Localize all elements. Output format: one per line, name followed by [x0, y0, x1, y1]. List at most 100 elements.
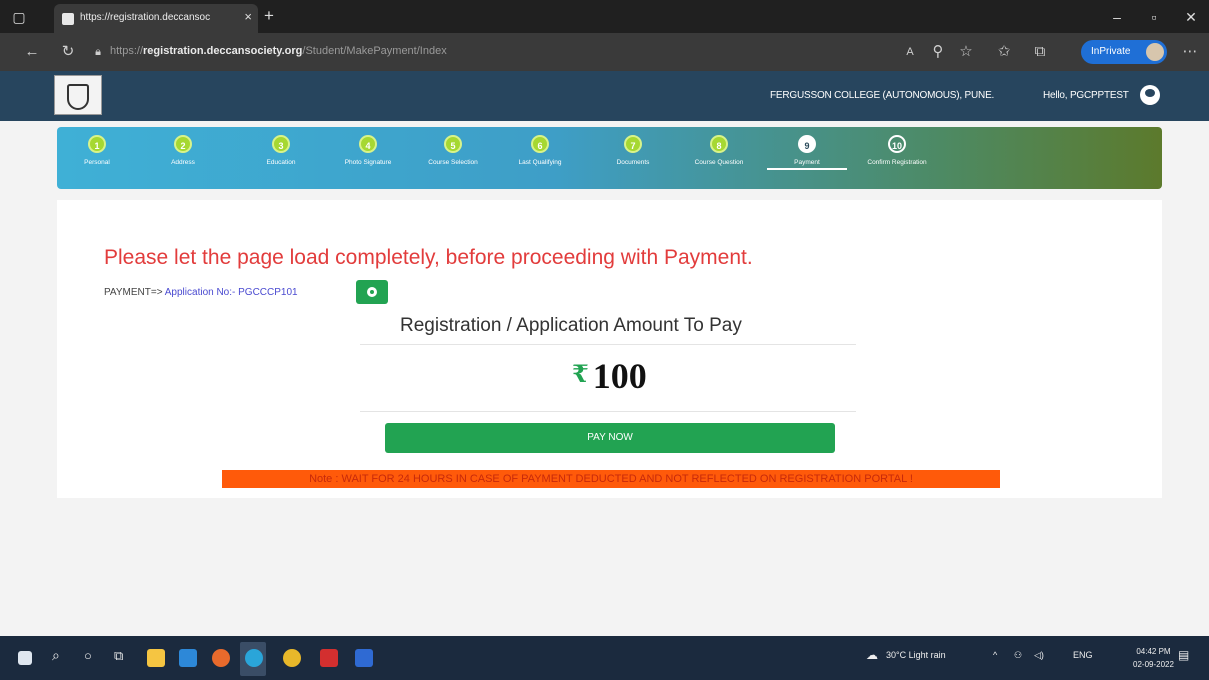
step-number: 4: [359, 135, 377, 153]
clock-date: 02-09-2022: [1133, 660, 1174, 669]
acrobat-icon[interactable]: [320, 649, 338, 667]
new-tab-button[interactable]: +: [264, 6, 274, 26]
divider: [360, 411, 856, 412]
amount-number: 100: [592, 356, 647, 396]
step-label: Address: [171, 159, 195, 166]
step-course-selection[interactable]: 5 Course Selection: [413, 135, 493, 166]
step-number: 10: [888, 135, 906, 153]
payment-note: Note : WAIT FOR 24 HOURS IN CASE OF PAYM…: [222, 470, 1000, 488]
step-label: Education: [266, 159, 296, 166]
registration-steps: 1 Personal 2 Address 3 Education 4 Photo…: [57, 127, 1162, 189]
payment-prefix: PAYMENT=>: [104, 287, 165, 298]
firefox-icon[interactable]: [212, 649, 230, 667]
step-number: 6: [531, 135, 549, 153]
step-address[interactable]: 2 Address: [143, 135, 223, 166]
step-label: Last Qualifying: [518, 159, 562, 166]
amount-value: ₹100: [572, 355, 647, 397]
zoom-icon[interactable]: ⚲: [928, 42, 948, 62]
inprivate-label: InPrivate: [1091, 46, 1131, 57]
word-icon[interactable]: [355, 649, 373, 667]
minimize-icon[interactable]: –: [1106, 6, 1128, 28]
page-load-warning: Please let the page load completely, bef…: [104, 246, 753, 269]
read-aloud-icon[interactable]: A: [900, 42, 920, 62]
college-name[interactable]: FERGUSSON COLLEGE (AUTONOMOUS), PUNE.: [770, 90, 994, 101]
step-number: 1: [88, 135, 106, 153]
step-number: 8: [710, 135, 728, 153]
step-number: 5: [444, 135, 462, 153]
refresh-payment-button[interactable]: [356, 280, 388, 304]
url-path: /Student/MakePayment/Index: [302, 45, 447, 57]
amount-title: Registration / Application Amount To Pay: [400, 315, 742, 336]
step-confirm-registration[interactable]: 10 Confirm Registration: [857, 135, 937, 166]
profile-avatar: [1146, 43, 1164, 61]
step-number: 3: [272, 135, 290, 153]
mail-icon[interactable]: [179, 649, 197, 667]
step-photo-signature[interactable]: 4 Photo Signature: [328, 135, 408, 166]
step-label: Documents: [616, 159, 650, 166]
tab-favicon-icon: [62, 13, 74, 25]
step-last-qualifying[interactable]: 6 Last Qualifying: [500, 135, 580, 166]
language-indicator[interactable]: ENG: [1073, 650, 1093, 660]
user-greeting[interactable]: Hello, PGCPPTEST: [1043, 90, 1129, 101]
step-course-question[interactable]: 8 Course Question: [679, 135, 759, 166]
chevron-up-icon[interactable]: ^: [993, 650, 997, 660]
gear-icon: [367, 287, 377, 297]
step-documents[interactable]: 7 Documents: [593, 135, 673, 166]
step-label: Course Question: [694, 159, 744, 166]
step-education[interactable]: 3 Education: [241, 135, 321, 166]
cortana-icon[interactable]: ○: [84, 648, 92, 663]
url-domain: registration.deccansociety.org: [143, 45, 303, 57]
step-payment[interactable]: 9 Payment: [767, 135, 847, 170]
college-logo[interactable]: [54, 75, 102, 115]
step-number: 9: [798, 135, 816, 153]
close-tab-icon[interactable]: ×: [244, 9, 252, 24]
system-clock[interactable]: 04:42 PM 02-09-2022: [1133, 645, 1174, 671]
pay-now-button[interactable]: PAY NOW: [385, 423, 835, 453]
inprivate-badge[interactable]: InPrivate: [1081, 40, 1167, 64]
network-icon[interactable]: ⚇: [1014, 650, 1022, 661]
weather-text[interactable]: 30°C Light rain: [886, 650, 946, 660]
file-explorer-icon[interactable]: [147, 649, 165, 667]
rupee-icon: ₹: [572, 362, 589, 388]
browser-toolbar: ← ↻ 🔒︎ https://registration.deccansociet…: [0, 33, 1209, 71]
refresh-icon[interactable]: ↻: [58, 42, 78, 62]
shield-icon: [67, 84, 89, 110]
edge-icon: [245, 649, 263, 667]
user-avatar-icon[interactable]: [1140, 85, 1160, 105]
favorite-star-icon[interactable]: ☆: [956, 42, 976, 62]
step-label: Payment: [767, 159, 847, 170]
tab-actions-icon[interactable]: ▢: [8, 6, 30, 28]
browser-tab[interactable]: https://registration.deccansoc ×: [54, 4, 258, 33]
address-bar[interactable]: https://registration.deccansociety.org/S…: [110, 45, 447, 57]
application-number: Application No:- PGCCCP101: [164, 287, 298, 298]
windows-start-icon[interactable]: [18, 651, 32, 665]
favorites-icon[interactable]: ✩: [994, 42, 1014, 62]
task-view-icon[interactable]: ⧉: [114, 648, 123, 664]
windows-taskbar: ⌕ ○ ⧉ ☁ 30°C Light rain ^ ⚇ ◁) ENG 04:42…: [0, 636, 1209, 680]
step-personal[interactable]: 1 Personal: [57, 135, 137, 166]
clock-time: 04:42 PM: [1136, 647, 1171, 656]
payment-info: PAYMENT=> Application No:- PGCCCP101: [104, 287, 298, 298]
lock-icon[interactable]: 🔒︎: [88, 42, 108, 62]
step-number: 7: [624, 135, 642, 153]
close-window-icon[interactable]: ✕: [1180, 6, 1202, 28]
step-label: Course Selection: [428, 159, 478, 166]
divider: [360, 344, 856, 345]
chrome-icon[interactable]: [283, 649, 301, 667]
collections-icon[interactable]: ⧉: [1030, 42, 1050, 62]
notification-icon[interactable]: ▤: [1178, 648, 1189, 662]
weather-icon[interactable]: ☁: [866, 648, 878, 662]
more-icon[interactable]: ⋯: [1180, 42, 1200, 62]
restore-icon[interactable]: ▫: [1143, 6, 1165, 28]
search-icon[interactable]: ⌕: [52, 647, 60, 664]
payment-card: Please let the page load completely, bef…: [57, 200, 1162, 498]
step-label: Personal: [84, 159, 110, 166]
browser-titlebar: ▢ https://registration.deccansoc × + – ▫…: [0, 0, 1209, 33]
back-icon[interactable]: ←: [22, 42, 42, 62]
tab-title: https://registration.deccansoc: [80, 12, 211, 23]
url-prefix: https://: [110, 45, 144, 57]
volume-icon[interactable]: ◁): [1034, 650, 1044, 661]
step-label: Confirm Registration: [867, 159, 927, 166]
step-label: Photo Signature: [344, 159, 392, 166]
site-header: FERGUSSON COLLEGE (AUTONOMOUS), PUNE. He…: [0, 71, 1209, 121]
